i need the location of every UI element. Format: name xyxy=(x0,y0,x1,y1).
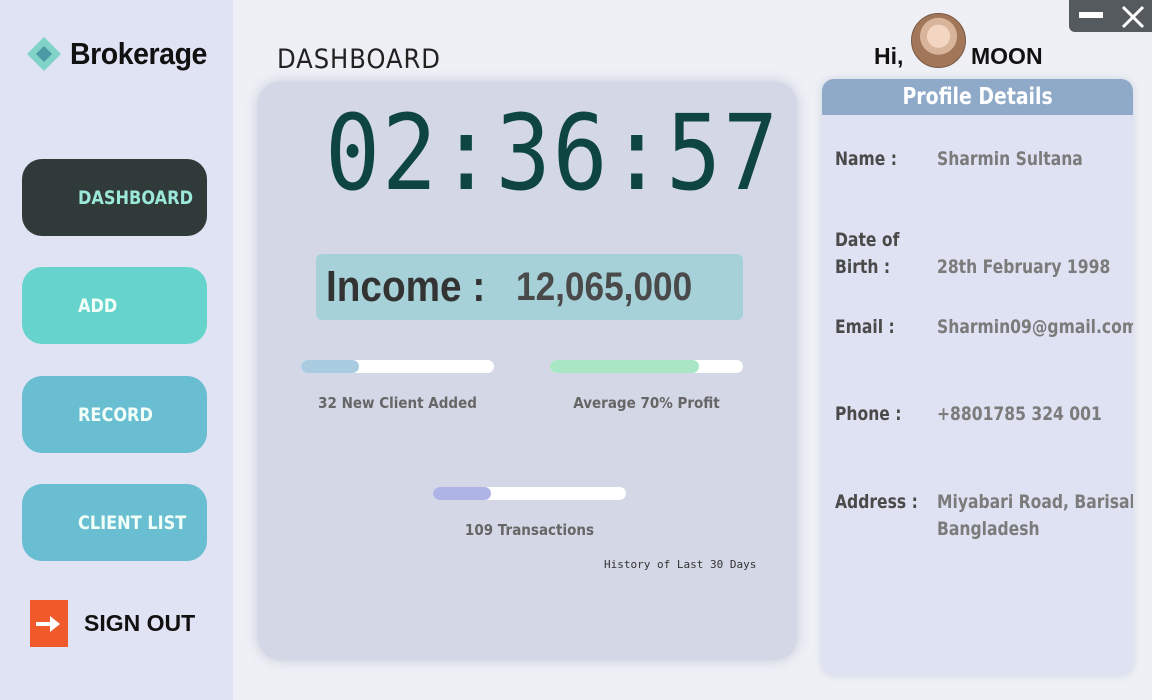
dob-label-line2: Birth : xyxy=(835,256,891,278)
profit-label: Average 70% Profit xyxy=(573,394,720,412)
dob-value: 28th February 1998 xyxy=(937,256,1111,278)
transactions-label: 109 Transactions xyxy=(464,521,595,539)
history-note: History of Last 30 Days xyxy=(604,558,757,571)
income-panel: Income : 12,065,000 xyxy=(316,254,743,320)
phone-label: Phone : xyxy=(835,403,902,425)
address-label: Address : xyxy=(835,491,918,513)
new-clients-progress-bar xyxy=(301,360,494,373)
email-label: Email : xyxy=(835,316,895,338)
name-value: Sharmin Sultana xyxy=(937,148,1083,170)
profit-progress-bar xyxy=(550,360,743,373)
income-value: 12,065,000 xyxy=(516,264,693,309)
dob-label-line1: Date of xyxy=(835,229,900,251)
email-value: Sharmin09@gmail.com xyxy=(937,316,1133,338)
username: MOON xyxy=(971,43,1043,69)
sidebar-item-client-list[interactable]: CLIENT LIST xyxy=(22,484,207,561)
app-logo: Brokerage xyxy=(26,36,219,72)
avatar[interactable] xyxy=(911,13,966,68)
sidebar-item-record[interactable]: RECORD xyxy=(22,376,207,453)
sign-out-button[interactable]: SIGN OUT xyxy=(30,600,195,647)
progress-fill xyxy=(550,360,699,373)
sidebar-item-add[interactable]: ADD xyxy=(22,267,207,344)
transactions-progress-bar xyxy=(433,487,626,500)
page-title: DASHBOARD xyxy=(277,44,441,75)
progress-fill xyxy=(301,360,359,373)
profile-header: Profile Details xyxy=(822,79,1133,115)
phone-value: +8801785 324 001 xyxy=(937,403,1102,425)
minimize-icon[interactable] xyxy=(1079,12,1103,18)
sidebar-item-label: ADD xyxy=(78,294,118,317)
sidebar-item-label: CLIENT LIST xyxy=(78,511,187,534)
profile-card: Profile Details Name : Sharmin Sultana D… xyxy=(822,79,1133,675)
greeting: Hi, xyxy=(874,43,904,69)
sidebar-item-label: DASHBOARD xyxy=(78,186,194,209)
new-clients-label: 32 New Client Added xyxy=(318,394,477,412)
name-label: Name : xyxy=(835,148,898,170)
brokerage-logo-icon xyxy=(26,36,62,72)
app-name: Brokerage xyxy=(70,36,207,71)
address-value-line1: Miyabari Road, Barisal xyxy=(937,491,1133,513)
income-label: Income : xyxy=(326,262,486,311)
progress-fill xyxy=(433,487,491,500)
sidebar: Brokerage DASHBOARD ADD RECORD CLIENT LI… xyxy=(0,0,233,700)
window-controls xyxy=(1069,0,1152,32)
address-value-line2: Bangladesh xyxy=(937,518,1040,540)
sign-out-label: SIGN OUT xyxy=(84,610,196,636)
sign-out-icon xyxy=(30,600,68,647)
profile-title: Profile Details xyxy=(902,84,1053,110)
sidebar-item-dashboard[interactable]: DASHBOARD xyxy=(22,159,207,236)
clock-display: 02:36:57 xyxy=(325,92,780,214)
sidebar-item-label: RECORD xyxy=(78,403,153,426)
close-icon[interactable] xyxy=(1119,3,1147,31)
